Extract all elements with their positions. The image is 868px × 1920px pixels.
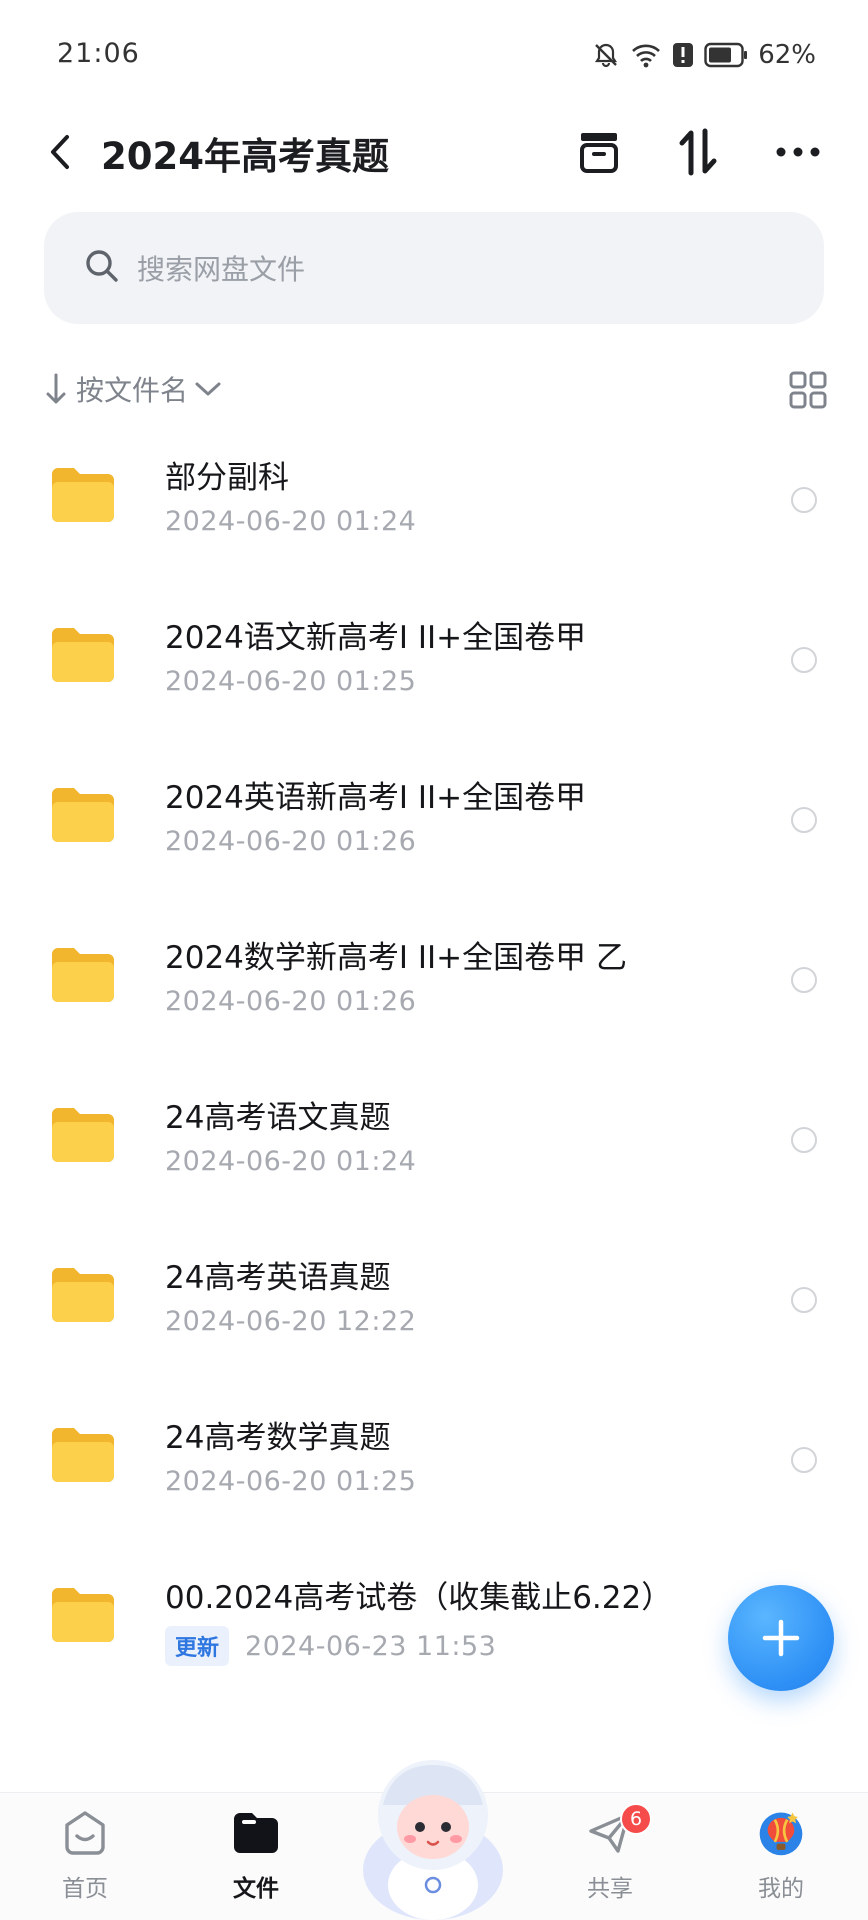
nav-mine-label: 我的: [758, 1876, 804, 1902]
more-icon: [776, 147, 820, 157]
sort-label: 按文件名: [76, 374, 189, 407]
folder-icon: [52, 1268, 114, 1322]
folder-icon: [52, 628, 114, 682]
status-time: 21:06: [57, 38, 140, 69]
folder-date: 2024-06-20 01:24: [165, 1146, 417, 1177]
folder-row[interactable]: 2024数学新高考I II+全国卷甲 乙 2024-06-20 01:26: [0, 920, 868, 1080]
nav-home[interactable]: 首页: [35, 1809, 135, 1919]
folder-row[interactable]: 2024语文新高考I II+全国卷甲 2024-06-20 01:25: [0, 600, 868, 760]
nav-share-label: 共享: [587, 1876, 633, 1902]
wifi-icon: [630, 41, 662, 69]
search-icon: [84, 248, 120, 288]
avatar: [759, 1812, 803, 1856]
add-button[interactable]: [728, 1585, 834, 1691]
mascot-button[interactable]: [348, 1745, 518, 1920]
folder-name: 00.2024高考试卷（收集截止6.22）: [165, 1580, 673, 1616]
folder-date: 2024-06-20 01:26: [165, 986, 417, 1017]
sort-button[interactable]: [670, 124, 726, 180]
folder-row[interactable]: 24高考数学真题 2024-06-20 01:25: [0, 1400, 868, 1560]
select-radio[interactable]: [791, 487, 817, 513]
home-icon: [65, 1811, 105, 1855]
archive-button[interactable]: [571, 124, 627, 180]
mascot-icon: [363, 1760, 503, 1920]
select-radio[interactable]: [791, 647, 817, 673]
nav-share[interactable]: 6 共享: [560, 1803, 660, 1919]
folder-row[interactable]: 2024英语新高考I II+全国卷甲 2024-06-20 01:26: [0, 760, 868, 920]
folder-icon: [52, 948, 114, 1002]
page-title: 2024年高考真题: [101, 135, 389, 178]
battery-icon: [704, 42, 748, 68]
select-radio[interactable]: [791, 1127, 817, 1153]
header: 2024年高考真题: [0, 110, 868, 190]
nav-mine[interactable]: 我的: [731, 1809, 831, 1919]
folder-date: 2024-06-20 01:26: [165, 826, 417, 857]
select-radio[interactable]: [791, 967, 817, 993]
plus-icon: [762, 1619, 800, 1657]
folder-date: 2024-06-23 11:53: [245, 1630, 497, 1662]
status-bar: 21:06 62%: [0, 0, 868, 110]
folder-row[interactable]: 24高考英语真题 2024-06-20 12:22: [0, 1240, 868, 1400]
folder-name: 24高考语文真题: [165, 1100, 391, 1136]
folder-name: 2024数学新高考I II+全国卷甲 乙: [165, 940, 628, 976]
select-radio[interactable]: [791, 1447, 817, 1473]
folder-icon: [52, 1588, 114, 1642]
chevron-down-icon: [195, 382, 221, 396]
folder-icon: [52, 1428, 114, 1482]
nav-files-label: 文件: [233, 1876, 279, 1902]
folder-row[interactable]: 部分副科 2024-06-20 01:24: [0, 440, 868, 600]
battery-percent: 62%: [758, 40, 816, 70]
folder-icon: [52, 1108, 114, 1162]
folder-name: 24高考英语真题: [165, 1260, 391, 1296]
folder-date: 2024-06-20 01:25: [165, 1466, 417, 1497]
folder-name: 2024英语新高考I II+全国卷甲: [165, 780, 587, 816]
more-button[interactable]: [770, 124, 826, 180]
select-radio[interactable]: [791, 1287, 817, 1313]
nav-files[interactable]: 文件: [206, 1809, 306, 1919]
folder-date: 2024-06-20 01:25: [165, 666, 417, 697]
grid-view-toggle[interactable]: [788, 370, 828, 410]
back-arrow-icon: [51, 135, 69, 169]
folder-icon: [52, 788, 114, 842]
sort-swap-icon: [679, 128, 717, 176]
sort-down-icon: [46, 373, 66, 404]
update-badge: 更新: [165, 1626, 230, 1666]
alert-icon: [672, 42, 694, 68]
status-icons: 62%: [592, 38, 816, 72]
share-badge: 6: [620, 1803, 652, 1835]
sort-selector[interactable]: 按文件名: [44, 364, 222, 414]
grid-view-icon: [789, 371, 827, 409]
archive-icon: [580, 133, 618, 173]
nav-home-label: 首页: [62, 1876, 108, 1902]
folder-date: 2024-06-20 01:24: [165, 506, 417, 537]
folder-name: 部分副科: [165, 460, 289, 496]
back-button[interactable]: [40, 128, 80, 176]
mute-icon: [592, 41, 620, 69]
folder-name: 24高考数学真题: [165, 1420, 391, 1456]
folder-date: 2024-06-20 12:22: [165, 1306, 417, 1337]
folder-name: 2024语文新高考I II+全国卷甲: [165, 620, 587, 656]
folder-row[interactable]: 24高考语文真题 2024-06-20 01:24: [0, 1080, 868, 1240]
select-radio[interactable]: [791, 807, 817, 833]
search-placeholder: 搜索网盘文件: [137, 253, 306, 286]
search-input[interactable]: 搜索网盘文件: [44, 212, 824, 324]
folder-tab-icon: [234, 1813, 278, 1853]
folder-icon: [52, 468, 114, 522]
